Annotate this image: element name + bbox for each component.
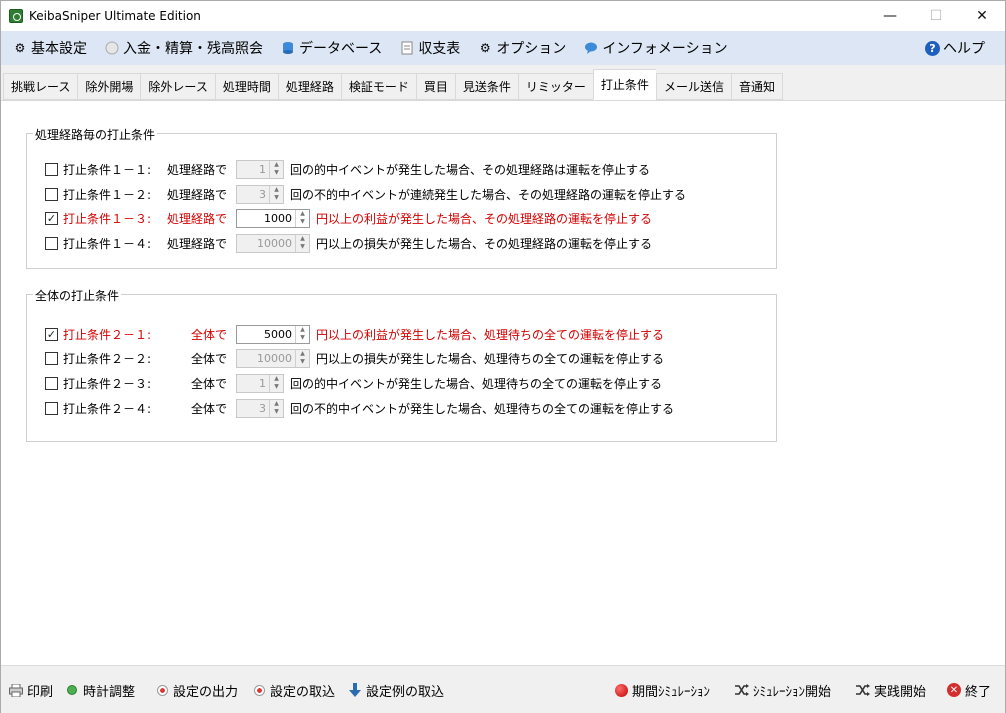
print-button[interactable]: 印刷 — [9, 680, 53, 700]
chevron-down-icon[interactable]: ▼ — [296, 334, 309, 343]
condition-row-1-3: ✓ 打止条件１－３: 処理経路で 1000 ▲ ▼ 円以上の利益が発生した場合、そ… — [45, 208, 653, 228]
chevron-up-icon[interactable]: ▲ — [270, 375, 283, 384]
maximize-button[interactable]: ☐ — [913, 1, 959, 31]
window-title: KeibaSniper Ultimate Edition — [29, 9, 201, 23]
menu-database[interactable]: データベース — [281, 38, 382, 58]
amount-stepper[interactable]: 5000 ▲ ▼ — [236, 324, 310, 344]
tab-stop-conditions[interactable]: 打止条件 — [592, 69, 656, 100]
tab-sound-notify[interactable]: 音通知 — [730, 73, 783, 100]
condition-row-1-1: 打止条件１－１: 処理経路で 1 ▲ ▼ 回の的中イベントが発生した場合、その処理… — [45, 159, 650, 179]
clock-adjust-button[interactable]: 時計調整 — [65, 680, 135, 700]
condition-row-1-2: 打止条件１－２: 処理経路で 3 ▲ ▼ 回の不的中イベントが連続発生した場合、そ… — [45, 184, 686, 204]
menu-options[interactable]: ⚙ オプション — [478, 38, 566, 58]
speech-bubble-icon — [584, 41, 598, 55]
condition-row-2-4: 打止条件２－４: 全体で 3 ▲ ▼ 回の不的中イベントが発生した場合、処理待ちの… — [45, 398, 674, 418]
menu-basic-settings[interactable]: ⚙ 基本設定 — [13, 38, 87, 58]
tab-excluded-race[interactable]: 除外レース — [140, 73, 215, 100]
chevron-down-icon[interactable]: ▼ — [296, 218, 309, 227]
app-logo-icon — [9, 9, 23, 23]
bottom-toolbar: 印刷 時計調整 設定の出力 設定の取込 設定例の取込 期間ｼﾐｭﾚｰｼｮﾝ ｼﾐ… — [1, 665, 1005, 713]
period-simulation-button[interactable]: 期間ｼﾐｭﾚｰｼｮﾝ — [614, 680, 710, 700]
exit-button[interactable]: ✕ 終了 — [947, 680, 991, 700]
tab-bet-selection[interactable]: 買目 — [415, 73, 455, 100]
chevron-down-icon[interactable]: ▼ — [270, 383, 283, 392]
condition-row-1-4: 打止条件１－４: 処理経路で 10000 ▲ ▼ 円以上の損失が発生した場合、その… — [45, 233, 652, 253]
amount-stepper[interactable]: 10000 ▲ ▼ — [236, 233, 310, 253]
title-bar: KeibaSniper Ultimate Edition — ☐ ✕ — [1, 1, 1005, 31]
chevron-down-icon[interactable]: ▼ — [296, 243, 309, 252]
chevron-up-icon[interactable]: ▲ — [296, 210, 309, 219]
gear-icon: ⚙ — [479, 41, 491, 55]
shuffle-icon — [856, 683, 870, 697]
condition-checkbox[interactable] — [45, 162, 58, 176]
menu-information[interactable]: インフォメーション — [584, 38, 728, 58]
condition-checkbox[interactable] — [45, 187, 58, 201]
ledger-icon — [400, 41, 414, 55]
chevron-up-icon[interactable]: ▲ — [270, 186, 283, 195]
chevron-down-icon[interactable]: ▼ — [270, 194, 283, 203]
amount-stepper[interactable]: 1000 ▲ ▼ — [236, 208, 310, 228]
chevron-down-icon[interactable]: ▼ — [296, 358, 309, 367]
menu-ledger[interactable]: 収支表 — [400, 38, 460, 58]
condition-row-2-1: ✓ 打止条件２－１: 全体で 5000 ▲ ▼ 円以上の利益が発生した場合、処理待… — [45, 324, 665, 344]
condition-checkbox[interactable] — [45, 401, 58, 415]
menu-deposit-balance[interactable]: 入金・精算・残高照会 — [105, 38, 263, 58]
coin-icon — [105, 41, 119, 55]
help-icon: ? — [925, 40, 940, 56]
import-example-button[interactable]: 設定例の取込 — [348, 680, 444, 700]
amount-stepper[interactable]: 10000 ▲ ▼ — [236, 348, 310, 368]
tab-content-stop-conditions: 処理経路毎の打止条件 打止条件１－１: 処理経路で 1 ▲ ▼ 回の的中イベントが… — [1, 101, 1005, 665]
chevron-up-icon[interactable]: ▲ — [270, 400, 283, 409]
group-title: 処理経路毎の打止条件 — [33, 126, 158, 143]
app-window: KeibaSniper Ultimate Edition — ☐ ✕ ⚙ 基本設… — [0, 0, 1006, 713]
condition-row-2-2: 打止条件２－２: 全体で 10000 ▲ ▼ 円以上の損失が発生した場合、処理待ち… — [45, 348, 664, 368]
export-settings-button[interactable]: 設定の出力 — [155, 680, 238, 700]
shuffle-icon — [735, 683, 749, 697]
tab-limiter[interactable]: リミッター — [517, 73, 593, 100]
group-route-stop-conditions: 処理経路毎の打止条件 打止条件１－１: 処理経路で 1 ▲ ▼ 回の的中イベントが… — [26, 126, 777, 269]
tab-process-route[interactable]: 処理経路 — [277, 73, 341, 100]
group-overall-stop-conditions: 全体の打止条件 ✓ 打止条件２－１: 全体で 5000 ▲ ▼ 円以上の利益が発生… — [26, 287, 777, 442]
tab-excluded-venue[interactable]: 除外開場 — [77, 73, 141, 100]
tab-verify-mode[interactable]: 検証モード — [340, 73, 416, 100]
count-stepper[interactable]: 3 ▲ ▼ — [236, 184, 284, 204]
chevron-up-icon[interactable]: ▲ — [296, 235, 309, 244]
import-settings-button[interactable]: 設定の取込 — [252, 680, 335, 700]
close-button[interactable]: ✕ — [959, 1, 1005, 31]
minimize-button[interactable]: — — [867, 1, 913, 31]
condition-checkbox[interactable] — [45, 351, 58, 365]
chevron-up-icon[interactable]: ▲ — [270, 161, 283, 170]
count-stepper[interactable]: 1 ▲ ▼ — [236, 373, 284, 393]
tab-process-time[interactable]: 処理時間 — [214, 73, 278, 100]
tab-strip: 挑戦レース 除外開場 除外レース 処理時間 処理経路 検証モード 買目 見送条件… — [1, 65, 1005, 101]
condition-checkbox-checked[interactable]: ✓ — [45, 327, 58, 341]
menu-bar: ⚙ 基本設定 入金・精算・残高照会 データベース 収支表 ⚙ オプション インフ… — [1, 31, 1005, 65]
close-circle-icon: ✕ — [947, 683, 961, 697]
group-title: 全体の打止条件 — [33, 287, 122, 304]
live-start-button[interactable]: 実践開始 — [856, 680, 926, 700]
simulation-start-button[interactable]: ｼﾐｭﾚｰｼｮﾝ開始 — [735, 680, 831, 700]
record-icon — [252, 683, 266, 697]
database-icon — [281, 41, 295, 55]
count-stepper[interactable]: 3 ▲ ▼ — [236, 398, 284, 418]
tab-skip-conditions[interactable]: 見送条件 — [454, 73, 518, 100]
chevron-down-icon[interactable]: ▼ — [270, 169, 283, 178]
printer-icon — [9, 683, 23, 697]
condition-checkbox[interactable] — [45, 236, 58, 250]
condition-checkbox[interactable] — [45, 376, 58, 390]
gear-icon: ⚙ — [14, 41, 26, 55]
green-dot-icon — [65, 683, 79, 697]
chevron-up-icon[interactable]: ▲ — [296, 326, 309, 335]
chevron-down-icon[interactable]: ▼ — [270, 408, 283, 417]
red-ball-icon — [614, 683, 628, 697]
condition-checkbox-checked[interactable]: ✓ — [45, 211, 58, 225]
menu-help[interactable]: ? ヘルプ — [925, 31, 985, 65]
count-stepper[interactable]: 1 ▲ ▼ — [236, 159, 284, 179]
condition-row-2-3: 打止条件２－３: 全体で 1 ▲ ▼ 回の的中イベントが発生した場合、処理待ちの全… — [45, 373, 662, 393]
arrow-down-icon — [348, 683, 362, 697]
tab-mail-send[interactable]: メール送信 — [655, 73, 731, 100]
chevron-up-icon[interactable]: ▲ — [296, 350, 309, 359]
record-icon — [155, 683, 169, 697]
tab-challenge-race[interactable]: 挑戦レース — [3, 73, 78, 100]
